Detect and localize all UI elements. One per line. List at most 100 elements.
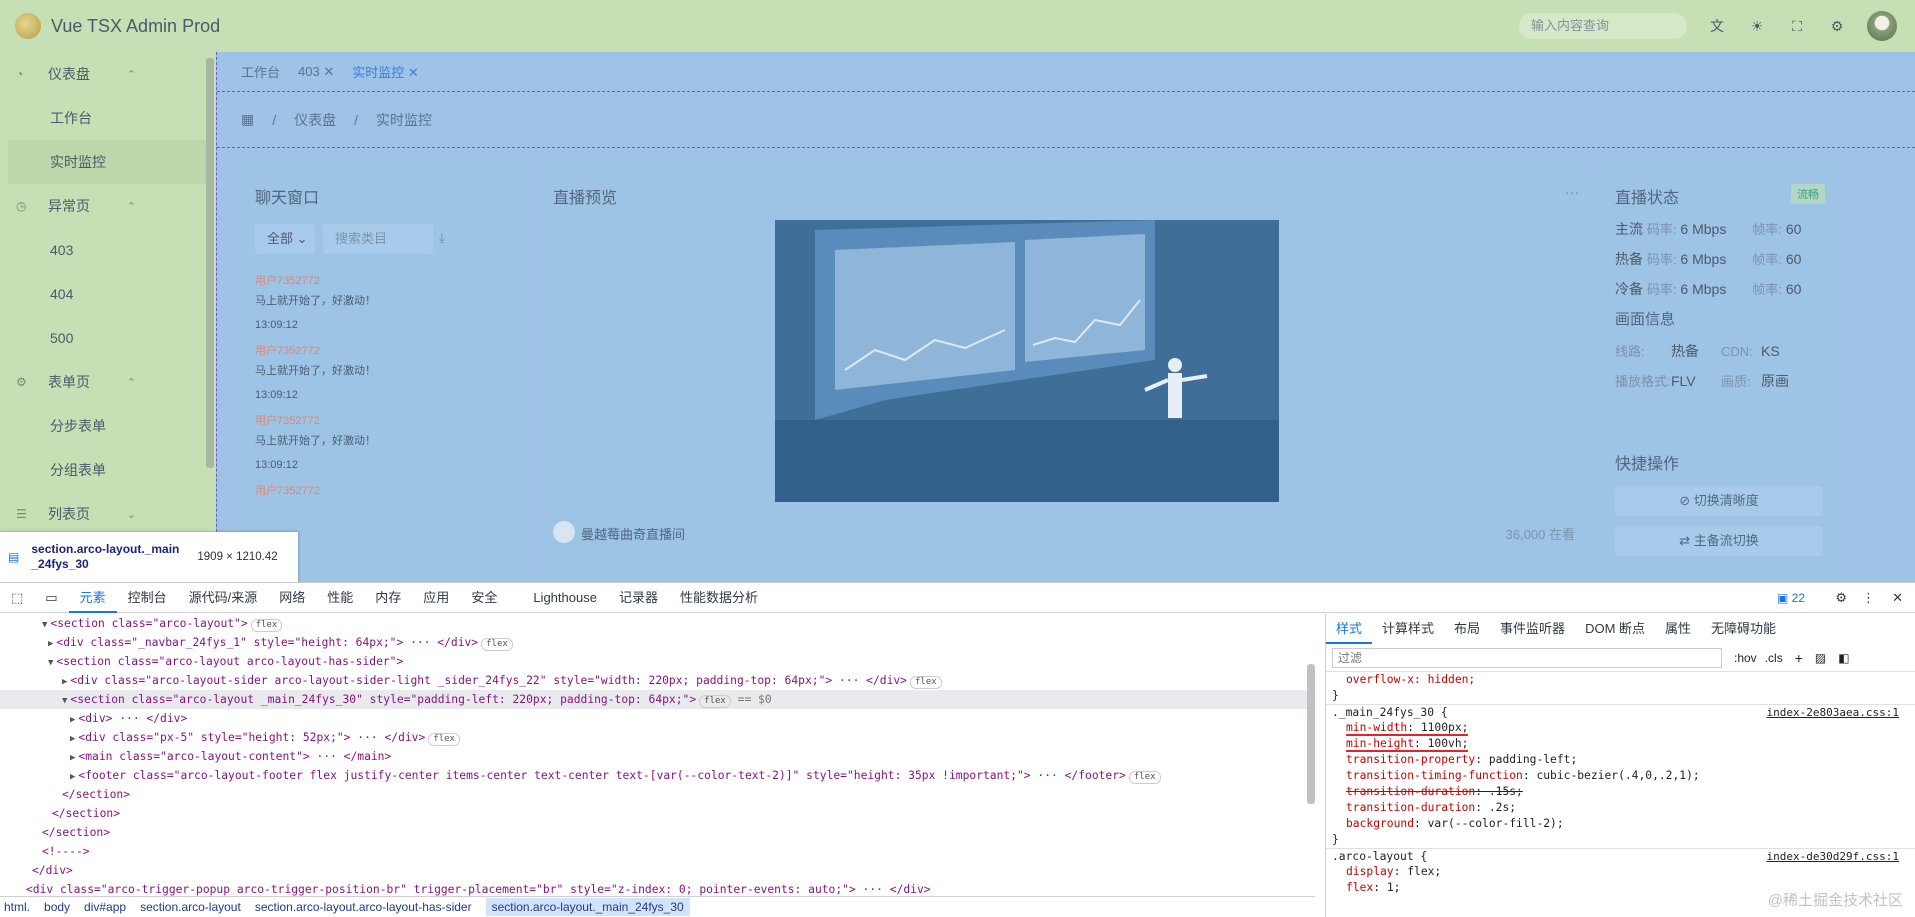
dom-node[interactable]: ▶<div> ··· </div> <box>0 709 1315 728</box>
dom-node[interactable]: </div> <box>0 861 1315 880</box>
close-icon[interactable]: ✕ <box>1892 590 1903 606</box>
dom-node[interactable]: </section> <box>0 785 1315 804</box>
chat-user: 用户7352772 <box>255 342 515 360</box>
sidebar-item[interactable]: 分步表单 <box>0 404 216 448</box>
live-title: 直播预览 <box>553 184 617 208</box>
dom-node[interactable]: ▶<footer class="arco-layout-footer flex … <box>0 766 1315 785</box>
dom-crumb[interactable]: body <box>44 900 70 914</box>
css-property: min-width: 1100px; <box>1326 720 1915 736</box>
translate-icon[interactable]: 文 <box>1707 16 1727 36</box>
sidebar-group-3[interactable]: ⚙表单页⌃ <box>0 360 216 404</box>
chat-user: 用户7352772 <box>255 482 515 500</box>
dom-node[interactable]: ▶<div class="px-5" style="height: 52px;"… <box>0 728 1315 747</box>
breadcrumb-current: 实时监控 <box>376 110 432 130</box>
dom-node[interactable]: </section> <box>0 804 1315 823</box>
devtools-tab[interactable]: 应用 <box>412 583 460 613</box>
sidebar-item[interactable]: 分组表单 <box>0 448 216 492</box>
dom-breadcrumb: html. body div#app section.arco-layout secti… <box>0 896 1315 917</box>
devtools-tab[interactable]: Lighthouse <box>522 583 608 613</box>
chat-card: 聊天窗口 全部 ⌄ 搜索类目 ⤓ 用户7352772马上就开始了，好激动！13:… <box>239 164 529 582</box>
device-toggle-icon[interactable]: ▭ <box>34 583 68 613</box>
sidebar-group-1[interactable]: ◔仪表盘⌃ <box>0 52 216 96</box>
dom-crumb[interactable]: html. <box>4 900 30 914</box>
dom-node[interactable]: <div class="arco-trigger-popup arco-trig… <box>0 880 1315 896</box>
sidebar-item[interactable]: 403 <box>0 228 216 272</box>
css-source-link[interactable]: index-2e803aea.css:1 <box>1767 705 1899 721</box>
download-icon[interactable]: ⤓ <box>439 230 445 246</box>
elements-scrollbar[interactable] <box>1307 664 1315 804</box>
devtools-tab[interactable]: 记录器 <box>608 583 669 613</box>
sidebar: ◔仪表盘⌃工作台实时监控◷异常页⌃403404500⚙表单页⌃分步表单分组表单☰… <box>0 52 216 582</box>
styles-tab[interactable]: 布局 <box>1444 614 1490 644</box>
devtools-tab[interactable]: 性能数据分析 <box>669 583 769 613</box>
dom-crumb[interactable]: section.arco-layout.arco-layout-has-side… <box>255 900 472 914</box>
css-selector: ._main_24fys_30 {index-2e803aea.css:1 <box>1326 704 1915 720</box>
settings-icon[interactable]: ⚙ <box>1827 16 1847 36</box>
more-icon[interactable]: ··· <box>1565 184 1579 200</box>
sidebar-scrollbar[interactable] <box>206 58 214 468</box>
dom-crumb[interactable]: section.arco-layout._main_24fys_30 <box>486 898 690 916</box>
dom-crumb[interactable]: section.arco-layout <box>140 900 241 914</box>
styles-tab[interactable]: 计算样式 <box>1372 614 1444 644</box>
devtools-tab[interactable]: 性能 <box>316 583 364 613</box>
breadcrumb-dashboard[interactable]: 仪表盘 <box>294 110 336 130</box>
picture-row: 播放格式:FLV画质:原画 <box>1615 366 1835 396</box>
live-video[interactable] <box>775 220 1279 502</box>
sidebar-item[interactable]: 工作台 <box>0 96 216 140</box>
dom-node[interactable]: ▼<section class="arco-layout">flex <box>0 614 1315 633</box>
chat-search-input[interactable]: 搜索类目 <box>323 224 433 254</box>
styles-tab[interactable]: 无障碍功能 <box>1701 614 1786 644</box>
dom-node[interactable]: <!----> <box>0 842 1315 861</box>
devtools-tab[interactable]: 元素 <box>69 583 117 613</box>
sidebar-item[interactable]: 500 <box>0 316 216 360</box>
sidebar-group-4[interactable]: ☰列表页⌄ <box>0 492 216 536</box>
chat-filter-select[interactable]: 全部 ⌄ <box>255 224 315 254</box>
devtools-tab[interactable]: 控制台 <box>117 583 178 613</box>
styles-tab[interactable]: DOM 断点 <box>1575 614 1655 644</box>
add-rule-icon[interactable]: + <box>1795 650 1803 666</box>
fullscreen-icon[interactable]: ⛶ <box>1787 16 1807 36</box>
dom-node[interactable]: ▼<section class="arco-layout arco-layout… <box>0 652 1315 671</box>
sidebar-group-2[interactable]: ◷异常页⌃ <box>0 184 216 228</box>
styles-tab[interactable]: 事件监听器 <box>1490 614 1575 644</box>
devtools-tab[interactable]: 内存 <box>364 583 412 613</box>
styles-filter-input[interactable]: 过滤 <box>1332 648 1722 668</box>
devtools-tab[interactable]: 网络 <box>268 583 316 613</box>
search-input[interactable]: 输入内容查询 <box>1519 13 1687 39</box>
theme-icon[interactable]: ☀ <box>1747 16 1767 36</box>
css-source-link[interactable]: index-de30d29f.css:1 <box>1767 849 1899 865</box>
gear-icon[interactable]: ⚙ <box>1835 590 1847 606</box>
styles-tab[interactable]: 属性 <box>1655 614 1701 644</box>
stream-row: 热备 码率: 6 Mbps 帧率: 60 <box>1615 244 1835 274</box>
sidebar-item[interactable]: 实时监控 <box>8 140 208 184</box>
styles-tab[interactable]: 样式 <box>1326 614 1372 644</box>
avatar[interactable] <box>1867 11 1897 41</box>
switch-resolution-button[interactable]: ⊘ 切换清晰度 <box>1615 486 1823 516</box>
dom-node[interactable]: </section> <box>0 823 1315 842</box>
tab-realtime[interactable]: 实时监控 ✕ <box>352 62 419 81</box>
paint-icon[interactable]: ▨ <box>1815 651 1826 665</box>
css-property: display: flex; <box>1326 864 1915 880</box>
issues-badge[interactable]: ▣ 22 <box>1777 591 1805 605</box>
close-icon[interactable]: ✕ <box>408 65 419 80</box>
dom-node[interactable]: ▶<main class="arco-layout-content"> ··· … <box>0 747 1315 766</box>
dom-node[interactable]: ▶<div class="arco-layout-sider arco-layo… <box>0 671 1315 690</box>
devtools-tab[interactable]: 源代码/来源 <box>178 583 269 613</box>
dom-node[interactable]: ▶<div class="_navbar_24fys_1" style="hei… <box>0 633 1315 652</box>
tab-403[interactable]: 403 ✕ <box>298 64 334 80</box>
tab-workbench[interactable]: 工作台 <box>241 62 280 81</box>
dom-crumb[interactable]: div#app <box>84 900 126 914</box>
close-icon[interactable]: ✕ <box>323 64 334 79</box>
inspect-icon[interactable]: ⬚ <box>0 583 34 613</box>
sidebar-item[interactable]: 404 <box>0 272 216 316</box>
kebab-icon[interactable]: ⋮ <box>1862 590 1875 606</box>
sidebar-toggle-icon[interactable]: ◧ <box>1838 651 1849 665</box>
dom-node[interactable]: ▼<section class="arco-layout _main_24fys… <box>0 690 1315 709</box>
apps-icon: ▦ <box>241 111 254 128</box>
devtools-panel: ⬚ ▭ 元素控制台源代码/来源网络性能内存应用安全 Lighthouse记录器性能… <box>0 582 1915 916</box>
switch-stream-button[interactable]: ⇄ 主备流切换 <box>1615 526 1823 556</box>
host-avatar <box>553 521 575 543</box>
cls-toggle[interactable]: .cls <box>1765 651 1783 665</box>
hov-toggle[interactable]: :hov <box>1734 651 1757 665</box>
devtools-tab[interactable]: 安全 <box>460 583 508 613</box>
